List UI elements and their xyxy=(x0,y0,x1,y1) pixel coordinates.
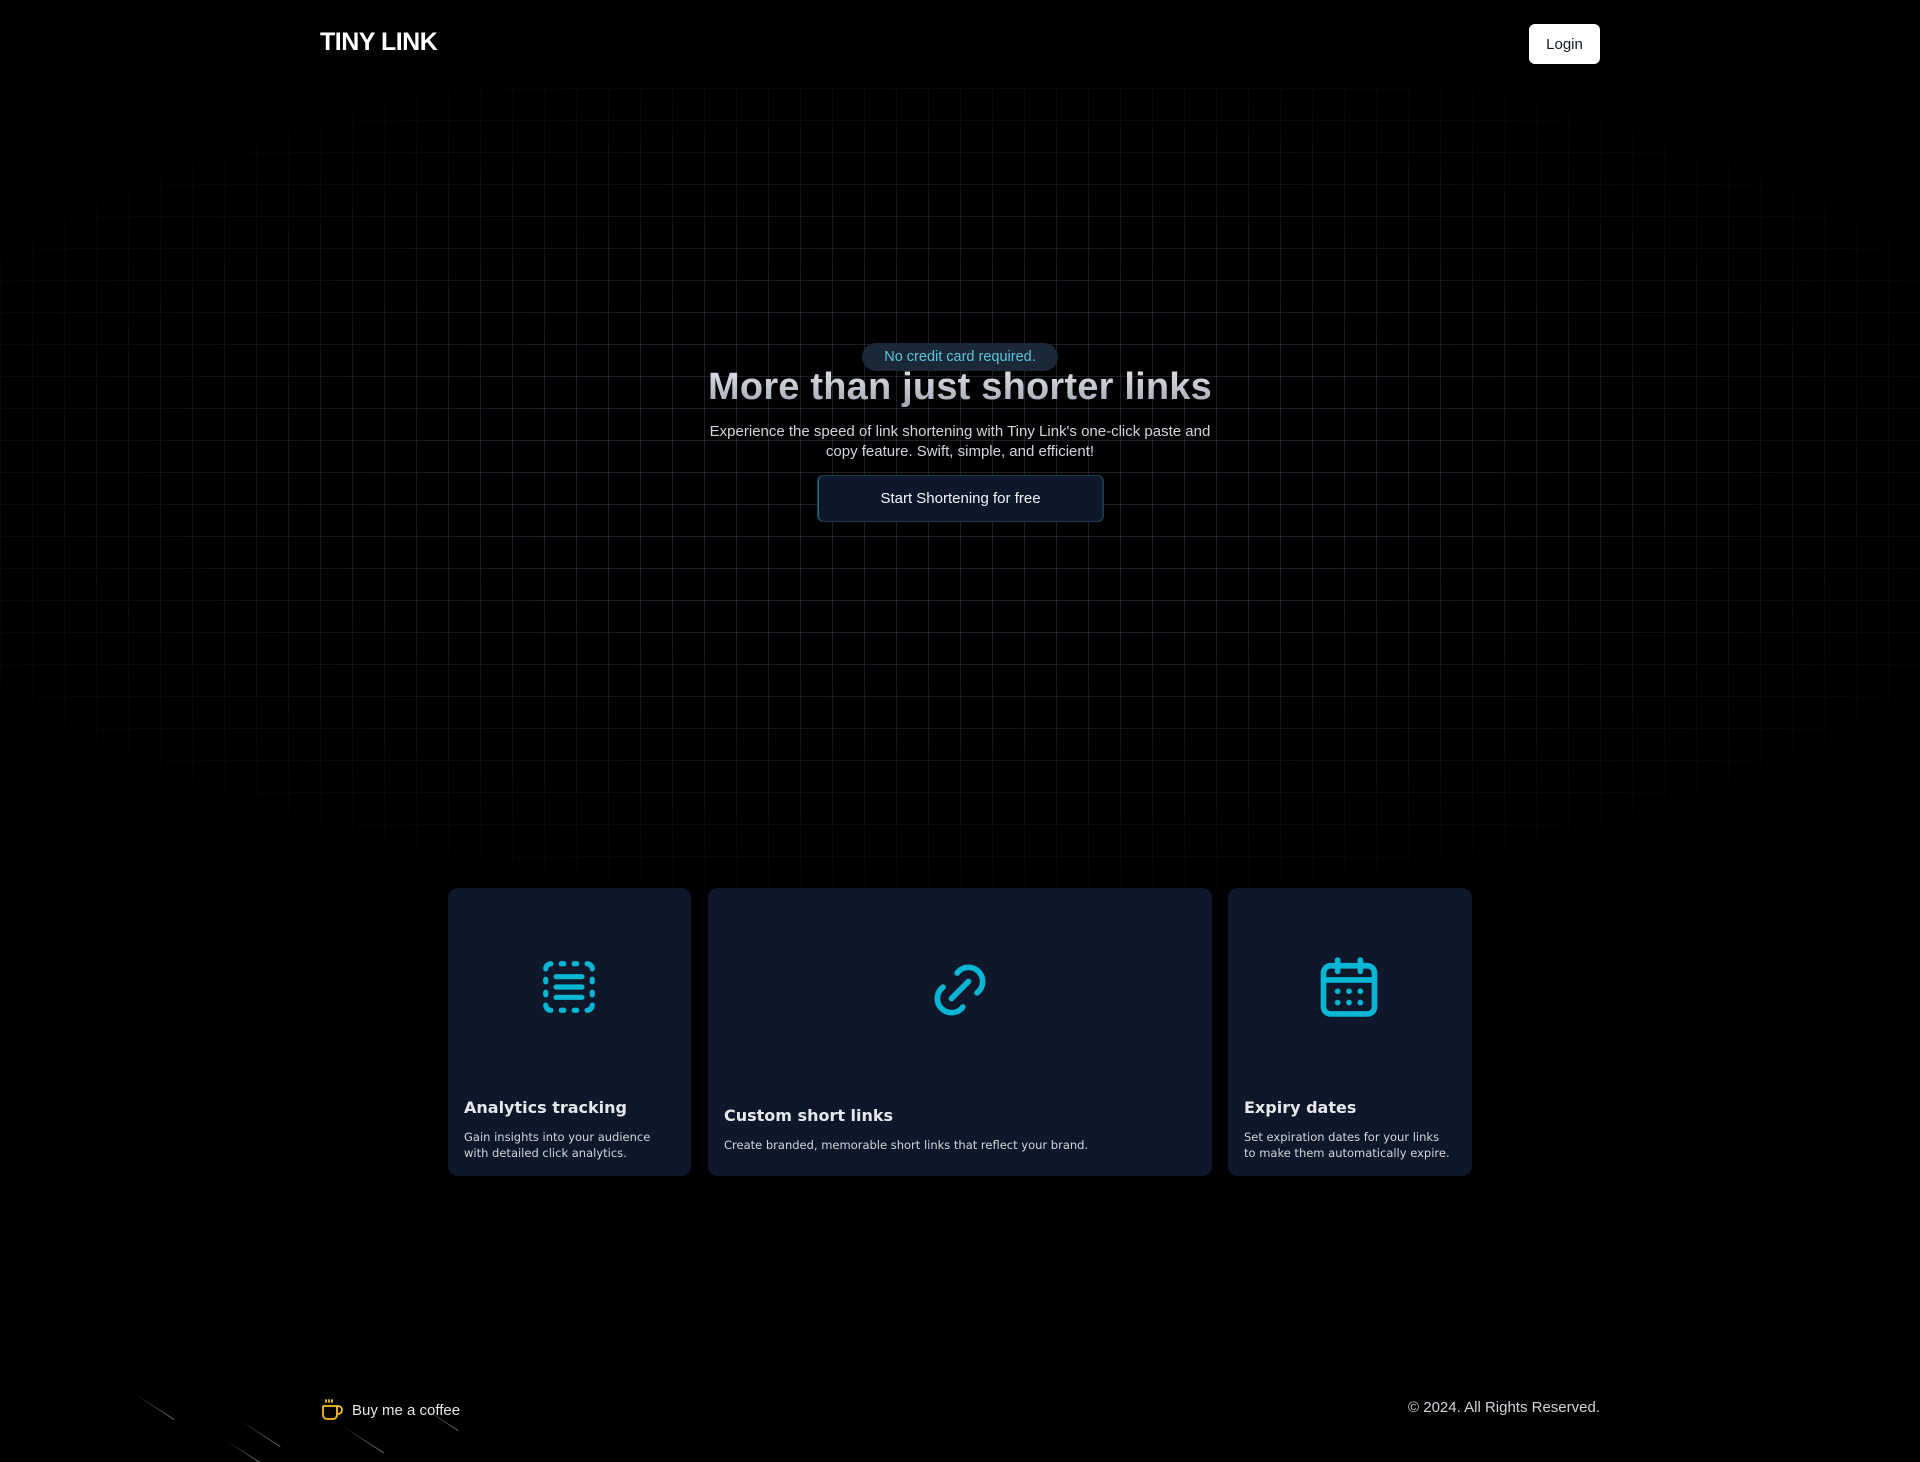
hero-subtitle: Experience the speed of link shortening … xyxy=(709,423,1211,460)
feature-card-custom-links: Custom short links Create branded, memor… xyxy=(708,888,1212,1176)
landing-page: TINY LINK Login No credit card required.… xyxy=(0,0,1920,1462)
copyright: © 2024. All Rights Reserved. xyxy=(1408,1399,1600,1416)
decorative-streak xyxy=(133,1393,175,1421)
coffee-cup-icon xyxy=(322,1399,343,1420)
buy-me-a-coffee-link[interactable]: Buy me a coffee xyxy=(320,1398,460,1422)
decorative-streak xyxy=(225,1440,260,1462)
decorative-streak xyxy=(239,1420,281,1448)
start-shortening-button[interactable]: Start Shortening for free xyxy=(817,475,1104,522)
feature-description: Create branded, memorable short links th… xyxy=(724,1138,1089,1152)
link-icon xyxy=(934,964,986,1016)
login-button[interactable]: Login xyxy=(1529,24,1600,64)
site-header: TINY LINK Login xyxy=(0,0,1920,88)
logo[interactable]: TINY LINK xyxy=(320,28,438,57)
feature-description: Gain insights into your audience with de… xyxy=(464,1130,651,1160)
dashed-list-icon xyxy=(543,961,595,1013)
feature-card-expiry: Expiry dates Set expiration dates for yo… xyxy=(1228,888,1472,1176)
feature-title: Analytics tracking xyxy=(464,1098,627,1117)
hero-title: More than just shorter links xyxy=(0,366,1920,409)
calendar-icon xyxy=(1320,957,1378,1017)
feature-description: Set expiration dates for your links to m… xyxy=(1244,1130,1450,1160)
feature-title: Expiry dates xyxy=(1244,1098,1357,1117)
coffee-label: Buy me a coffee xyxy=(352,1401,461,1419)
decorative-streak xyxy=(339,1424,384,1454)
feature-title: Custom short links xyxy=(724,1106,894,1125)
feature-card-analytics: Analytics tracking Gain insights into yo… xyxy=(448,888,691,1176)
